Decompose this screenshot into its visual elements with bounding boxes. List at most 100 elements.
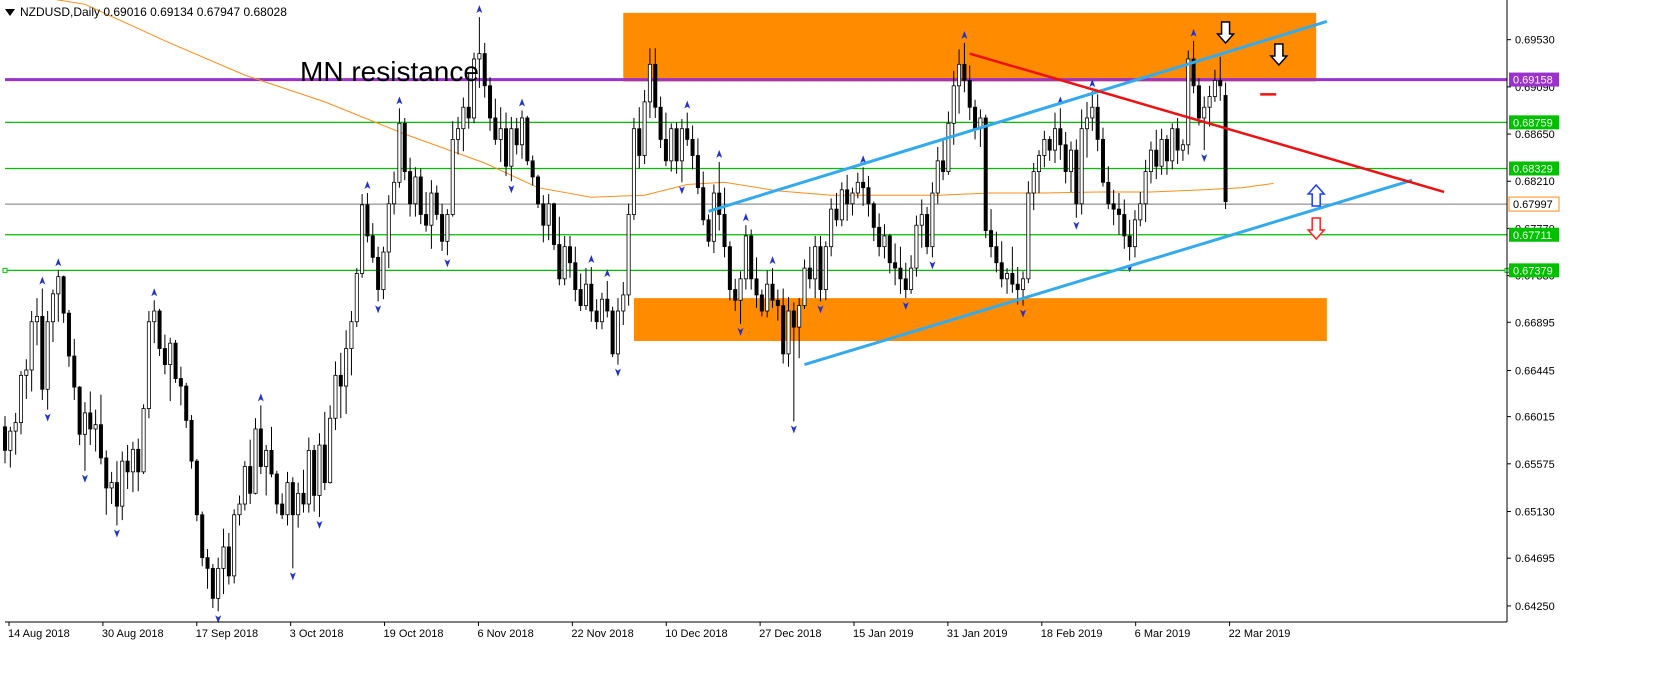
candle-body [45,321,50,390]
candle-body [637,128,642,156]
candle-body [210,567,215,599]
current-price-label: 0.67997 [1513,199,1553,211]
price-tick-label: 0.68210 [1515,176,1555,188]
candle-body [914,224,919,269]
candle-body [919,214,924,226]
candle-body [999,262,1004,280]
candle-body [855,181,860,194]
candle-body [578,289,583,307]
mn-resistance-label: MN resistance [300,56,479,87]
candle-body [514,128,519,146]
candle-body [722,214,727,248]
candle-body [898,267,903,280]
price-tick-label: 0.65575 [1515,459,1555,471]
candle-body [322,444,327,483]
candle-body [1132,219,1137,248]
candle-body [679,128,684,162]
candle-body [146,321,151,409]
symbol-name: NZDUSD,Daily [20,5,101,19]
price-tick-label: 0.64695 [1515,553,1555,565]
candle-body [887,235,892,264]
candle-body [461,106,466,130]
candle-body [136,448,141,473]
candle-body [253,428,258,494]
candle-body [546,203,551,226]
candle-body [1106,181,1111,205]
candle-body [695,155,700,189]
price-tick-label: 0.66895 [1515,317,1555,329]
candle-body [813,246,818,280]
candle-body [237,503,242,516]
candle-body [770,283,775,301]
candle-body [370,235,375,258]
candle-body [440,214,445,242]
candle-body [3,426,8,451]
candle-body [66,312,71,357]
candle-body [738,278,743,301]
candle-body [1175,128,1180,151]
candle-body [941,160,946,172]
candle-body [184,385,189,421]
time-tick-label: 19 Oct 2018 [384,628,444,640]
candle-body [925,214,930,248]
time-tick-label: 6 Nov 2018 [477,628,533,640]
candle-body [1095,106,1100,140]
time-tick-label: 14 Aug 2018 [8,628,70,640]
candle-body [424,214,429,226]
candle-body [599,298,604,323]
candle-body [221,546,226,569]
candle-body [8,430,13,451]
candle-body [178,378,183,387]
time-tick-label: 30 Aug 2018 [102,628,164,640]
candle-body [450,139,455,215]
candle-body [1143,171,1148,205]
candle-body [994,246,999,264]
candle-body [834,208,839,221]
candle-body [344,348,349,387]
candle-body [445,214,450,242]
candle-body [903,278,908,290]
candle-body [717,192,722,215]
candle-body [583,283,588,307]
candle-body [269,450,274,475]
candle-body [1079,128,1084,205]
candle-body [1154,149,1159,167]
candle-body [114,482,119,507]
candle-body [701,187,706,221]
time-tick-label: 3 Oct 2018 [290,628,344,640]
price-tick-label: 0.69530 [1515,35,1555,47]
candle-body [354,273,359,323]
candle-body [1186,58,1191,146]
candle-body [1063,144,1068,172]
candle-body [104,457,109,489]
candle-body [429,192,434,226]
candle-body [1196,85,1201,119]
candle-body [61,276,66,314]
candle-body [1223,95,1228,203]
price-tick-label: 0.66445 [1515,366,1555,378]
candle-body [711,192,716,242]
candle-body [733,289,738,301]
candle-body [845,189,850,205]
candle-body [909,267,914,290]
candle-body [1021,278,1026,290]
candle-body [1015,283,1020,290]
candle-body [573,262,578,290]
time-tick-label: 22 Mar 2019 [1229,628,1291,640]
candle-body [1111,203,1116,210]
candle-body [1180,144,1185,151]
candle-body [82,412,87,435]
price-tick-label: 0.66015 [1515,412,1555,424]
candle-body [504,128,509,167]
candle-body [786,310,791,355]
candle-body [866,187,871,205]
candle-body [24,369,29,376]
candle-body [1005,273,1010,280]
candle-body [301,492,306,505]
candle-body [226,546,231,577]
candle-body [194,460,199,516]
time-tick-label: 6 Mar 2019 [1135,628,1191,640]
symbol-menu-triangle-icon[interactable] [5,9,15,16]
candle-body [615,310,620,355]
candle-body [93,424,98,430]
